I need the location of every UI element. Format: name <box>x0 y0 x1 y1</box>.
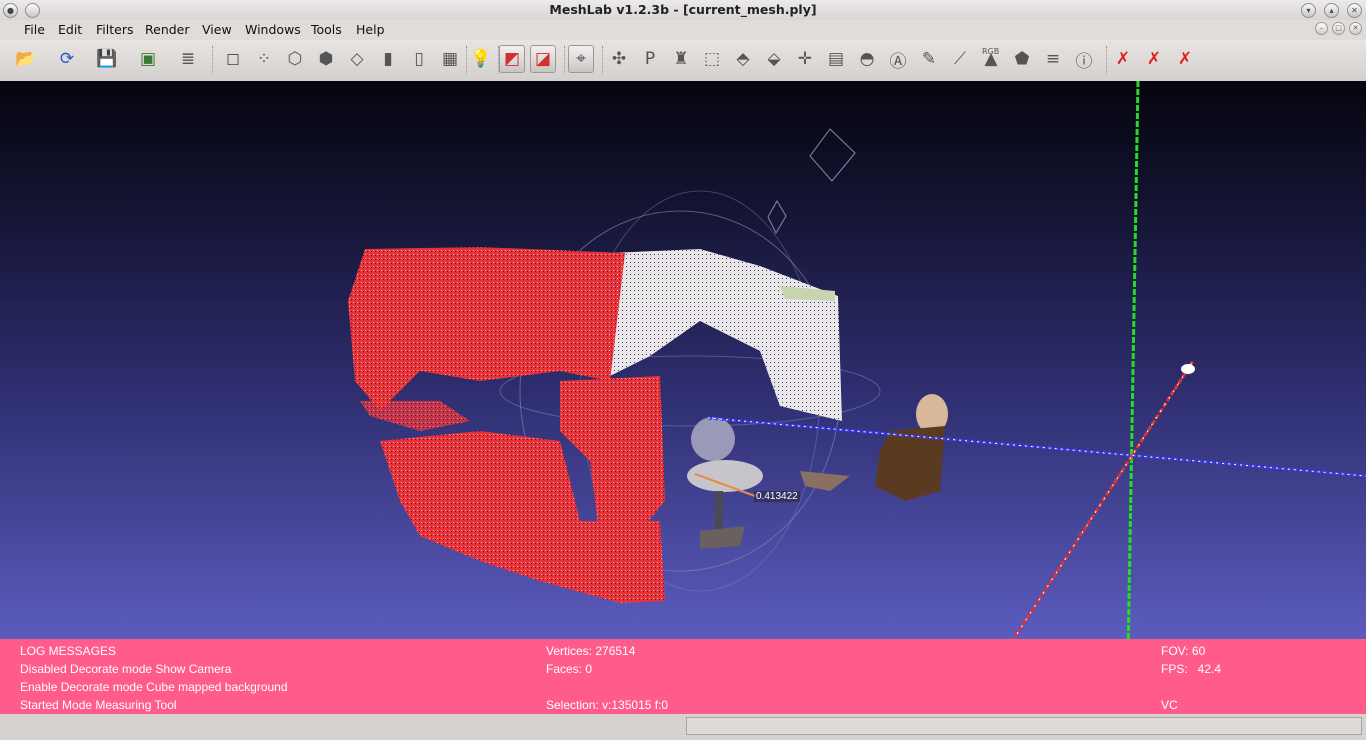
camera-frustum <box>767 200 787 235</box>
delete-faces-icon[interactable]: ✗ <box>1141 45 1167 73</box>
toolbar-separator <box>1106 46 1109 74</box>
fill-icon[interactable]: ◓ <box>854 45 880 73</box>
render-mode: VC <box>1161 698 1178 712</box>
mesh-select-icon[interactable]: ⬘ <box>730 45 756 73</box>
reload-icon[interactable]: ⟳ <box>54 45 80 73</box>
faces-count: Faces: 0 <box>546 662 593 676</box>
rgb-label: RGB <box>982 47 1000 56</box>
menu-file[interactable]: File <box>24 22 45 37</box>
annotation-icon[interactable]: Ⓐ <box>885 45 911 73</box>
menu-windows[interactable]: Windows <box>245 22 301 37</box>
vertices-count: Vertices: 276514 <box>546 644 636 658</box>
toolbar-separator <box>564 46 567 74</box>
layers-icon[interactable]: ≣ <box>175 45 201 73</box>
hidden-lines-icon[interactable]: ⬢ <box>313 45 339 73</box>
open-icon[interactable]: 📂 <box>13 45 39 73</box>
select-faces-icon[interactable]: ⌖ <box>568 45 594 73</box>
toolbar-separator <box>212 46 215 74</box>
mdi-restore-icon[interactable]: □ <box>1332 22 1345 35</box>
log-line: Disabled Decorate mode Show Camera <box>20 662 232 676</box>
measure-value: 0.413422 <box>754 491 800 502</box>
brush-icon[interactable]: ⟋ <box>947 45 973 73</box>
axis-handle <box>1181 364 1195 374</box>
point-cloud-chair <box>691 417 735 461</box>
title-bar: ● MeshLab v1.2.3b - [current_mesh.ply] ▾… <box>0 0 1366 21</box>
points-icon[interactable]: ⁘ <box>251 45 277 73</box>
flat-icon[interactable]: ▮ <box>375 45 401 73</box>
close-icon[interactable]: ✕ <box>1347 3 1362 18</box>
texture-edit-icon[interactable]: ▤ <box>823 45 849 73</box>
log-title: LOG MESSAGES <box>20 644 117 658</box>
mdi-minimize-icon[interactable]: – <box>1315 22 1328 35</box>
y-axis <box>1125 81 1140 714</box>
menu-help[interactable]: Help <box>356 22 385 37</box>
light-icon[interactable]: 💡 <box>468 45 494 73</box>
scene-canvas[interactable] <box>0 81 1366 714</box>
double-side-icon[interactable]: ◪ <box>530 45 556 73</box>
delete-all-icon[interactable]: ✗ <box>1172 45 1198 73</box>
toolbar-separator <box>498 46 501 74</box>
stack-icon[interactable]: ≡ <box>1040 45 1066 73</box>
backface-icon[interactable]: ◩ <box>499 45 525 73</box>
selection-info: Selection: v:135015 f:0 <box>546 698 669 712</box>
measure-icon[interactable]: ✛ <box>792 45 818 73</box>
mdi-close-icon[interactable]: ✕ <box>1349 22 1362 35</box>
menu-view[interactable]: View <box>202 22 232 37</box>
snapshot-icon[interactable]: ▣ <box>135 45 161 73</box>
menu-edit[interactable]: Edit <box>58 22 82 37</box>
3d-viewport[interactable] <box>0 81 1366 714</box>
smooth-icon[interactable]: ▯ <box>406 45 432 73</box>
log-line: Started Mode Measuring Tool <box>20 698 177 712</box>
paint-icon[interactable]: P <box>637 45 663 73</box>
quality-icon[interactable]: ♜ <box>668 45 694 73</box>
minimize-icon[interactable]: ▾ <box>1301 3 1316 18</box>
window-title: MeshLab v1.2.3b - [current_mesh.ply] <box>549 2 817 17</box>
z-paint-icon[interactable]: ✎ <box>916 45 942 73</box>
select-vertices-icon[interactable]: ✣ <box>606 45 632 73</box>
toolbar-separator <box>466 46 469 74</box>
select-connected-icon[interactable]: ⬚ <box>699 45 725 73</box>
menu-filters[interactable]: Filters <box>96 22 133 37</box>
align-icon[interactable]: ⬙ <box>761 45 787 73</box>
log-line: Enable Decorate mode Cube mapped backgro… <box>20 680 288 694</box>
progress-bar <box>686 717 1362 735</box>
bbox-icon[interactable]: ◻ <box>220 45 246 73</box>
fps-value: FPS: 42.4 <box>1161 662 1222 676</box>
flat-lines-icon[interactable]: ◇ <box>344 45 370 73</box>
menu-tools[interactable]: Tools <box>311 22 342 37</box>
wireframe-icon[interactable]: ⬡ <box>282 45 308 73</box>
delete-vertices-icon[interactable]: ✗ <box>1110 45 1136 73</box>
maximize-icon[interactable]: ▴ <box>1324 3 1339 18</box>
toolbar-separator <box>602 46 605 74</box>
fov-value: FOV: 60 <box>1161 644 1206 658</box>
sculpt-icon[interactable]: ⬟ <box>1009 45 1035 73</box>
texture-icon[interactable]: ▦ <box>437 45 463 73</box>
save-icon[interactable]: 💾 <box>94 45 120 73</box>
info-icon[interactable]: ⓘ <box>1071 45 1097 73</box>
menu-render[interactable]: Render <box>145 22 190 37</box>
camera-frustum <box>809 128 856 182</box>
